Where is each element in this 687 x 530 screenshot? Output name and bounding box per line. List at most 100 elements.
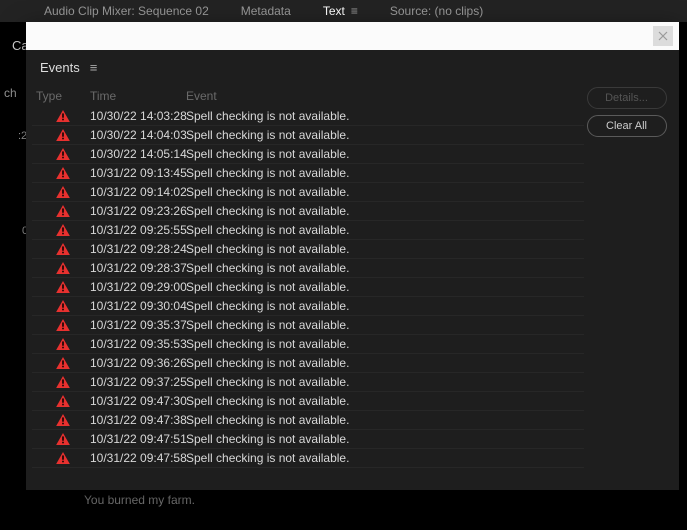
table-row[interactable]: 10/31/22 09:37:25Spell checking is not a…: [32, 373, 584, 392]
warning-icon: [32, 205, 90, 217]
panel-menu-icon[interactable]: ≡: [90, 60, 98, 75]
table-row[interactable]: 10/30/22 14:03:28Spell checking is not a…: [32, 107, 584, 126]
row-event: Spell checking is not available.: [186, 261, 584, 275]
row-event: Spell checking is not available.: [186, 280, 584, 294]
row-event: Spell checking is not available.: [186, 337, 584, 351]
dialog-titlebar: [26, 22, 679, 50]
table-header: Type Time Event: [32, 83, 584, 107]
header-time[interactable]: Time: [90, 89, 186, 103]
warning-icon: [32, 376, 90, 388]
warning-icon: [32, 186, 90, 198]
tab-text-label: Text: [323, 4, 345, 18]
events-title: Events: [40, 60, 80, 75]
warning-icon: [32, 167, 90, 179]
row-time: 10/31/22 09:35:53: [90, 337, 186, 351]
table-row[interactable]: 10/31/22 09:28:24Spell checking is not a…: [32, 240, 584, 259]
warning-icon: [32, 224, 90, 236]
row-event: Spell checking is not available.: [186, 432, 584, 446]
background-tabs: Audio Clip Mixer: Sequence 02 Metadata T…: [0, 0, 687, 22]
warning-icon: [32, 148, 90, 160]
table-row[interactable]: 10/30/22 14:04:03Spell checking is not a…: [32, 126, 584, 145]
row-time: 10/31/22 09:13:45: [90, 166, 186, 180]
table-row[interactable]: 10/31/22 09:25:55Spell checking is not a…: [32, 221, 584, 240]
row-time: 10/31/22 09:35:37: [90, 318, 186, 332]
dialog-buttons: Details... Clear All: [584, 83, 679, 490]
row-time: 10/31/22 09:28:24: [90, 242, 186, 256]
warning-icon: [32, 129, 90, 141]
row-event: Spell checking is not available.: [186, 451, 584, 465]
table-row[interactable]: 10/30/22 14:05:14Spell checking is not a…: [32, 145, 584, 164]
events-dialog: Events ≡ Type Time Event 10/30/22 14:03:…: [26, 22, 679, 490]
row-event: Spell checking is not available.: [186, 394, 584, 408]
row-time: 10/31/22 09:47:38: [90, 413, 186, 427]
row-event: Spell checking is not available.: [186, 147, 584, 161]
events-table: Type Time Event 10/30/22 14:03:28Spell c…: [26, 83, 584, 490]
row-time: 10/31/22 09:23:26: [90, 204, 186, 218]
warning-icon: [32, 395, 90, 407]
row-event: Spell checking is not available.: [186, 318, 584, 332]
row-event: Spell checking is not available.: [186, 109, 584, 123]
events-rows: 10/30/22 14:03:28Spell checking is not a…: [32, 107, 584, 490]
row-event: Spell checking is not available.: [186, 223, 584, 237]
row-event: Spell checking is not available.: [186, 356, 584, 370]
row-event: Spell checking is not available.: [186, 413, 584, 427]
row-time: 10/31/22 09:25:55: [90, 223, 186, 237]
clear-all-button[interactable]: Clear All: [587, 115, 667, 137]
row-time: 10/31/22 09:47:51: [90, 432, 186, 446]
table-row[interactable]: 10/31/22 09:35:53Spell checking is not a…: [32, 335, 584, 354]
tab-text[interactable]: Text ≡: [323, 4, 358, 18]
row-event: Spell checking is not available.: [186, 166, 584, 180]
row-time: 10/31/22 09:30:04: [90, 299, 186, 313]
warning-icon: [32, 281, 90, 293]
row-time: 10/31/22 09:47:58: [90, 451, 186, 465]
warning-icon: [32, 452, 90, 464]
tab-audio-mixer[interactable]: Audio Clip Mixer: Sequence 02: [44, 4, 209, 18]
warning-icon: [32, 243, 90, 255]
warning-icon: [32, 357, 90, 369]
table-row[interactable]: 10/31/22 09:14:02Spell checking is not a…: [32, 183, 584, 202]
table-row[interactable]: 10/31/22 09:29:00Spell checking is not a…: [32, 278, 584, 297]
row-time: 10/30/22 14:04:03: [90, 128, 186, 142]
table-row[interactable]: 10/31/22 09:47:38Spell checking is not a…: [32, 411, 584, 430]
table-row[interactable]: 10/31/22 09:30:04Spell checking is not a…: [32, 297, 584, 316]
row-time: 10/31/22 09:37:25: [90, 375, 186, 389]
row-event: Spell checking is not available.: [186, 204, 584, 218]
row-time: 10/30/22 14:03:28: [90, 109, 186, 123]
table-row[interactable]: 10/31/22 09:47:51Spell checking is not a…: [32, 430, 584, 449]
row-event: Spell checking is not available.: [186, 299, 584, 313]
row-event: Spell checking is not available.: [186, 185, 584, 199]
row-time: 10/31/22 09:14:02: [90, 185, 186, 199]
tab-source[interactable]: Source: (no clips): [390, 4, 483, 18]
close-icon: [658, 31, 668, 41]
bg-caption-text: You burned my farm.: [84, 493, 195, 507]
warning-icon: [32, 262, 90, 274]
row-time: 10/31/22 09:47:30: [90, 394, 186, 408]
tab-metadata[interactable]: Metadata: [241, 4, 291, 18]
row-time: 10/31/22 09:36:26: [90, 356, 186, 370]
table-row[interactable]: 10/31/22 09:47:30Spell checking is not a…: [32, 392, 584, 411]
table-row[interactable]: 10/31/22 09:36:26Spell checking is not a…: [32, 354, 584, 373]
warning-icon: [32, 110, 90, 122]
close-button[interactable]: [653, 26, 673, 46]
row-event: Spell checking is not available.: [186, 128, 584, 142]
table-row[interactable]: 10/31/22 09:35:37Spell checking is not a…: [32, 316, 584, 335]
row-time: 10/30/22 14:05:14: [90, 147, 186, 161]
warning-icon: [32, 300, 90, 312]
warning-icon: [32, 433, 90, 445]
row-event: Spell checking is not available.: [186, 375, 584, 389]
warning-icon: [32, 338, 90, 350]
panel-menu-icon[interactable]: ≡: [351, 4, 358, 18]
row-time: 10/31/22 09:28:37: [90, 261, 186, 275]
warning-icon: [32, 319, 90, 331]
table-row[interactable]: 10/31/22 09:28:37Spell checking is not a…: [32, 259, 584, 278]
events-panel-header: Events ≡: [26, 50, 679, 83]
bg-search-fragment: ch: [4, 86, 17, 100]
header-event[interactable]: Event: [186, 89, 584, 103]
details-button: Details...: [587, 87, 667, 109]
table-row[interactable]: 10/31/22 09:13:45Spell checking is not a…: [32, 164, 584, 183]
warning-icon: [32, 414, 90, 426]
row-event: Spell checking is not available.: [186, 242, 584, 256]
table-row[interactable]: 10/31/22 09:23:26Spell checking is not a…: [32, 202, 584, 221]
table-row[interactable]: 10/31/22 09:47:58Spell checking is not a…: [32, 449, 584, 468]
header-type[interactable]: Type: [32, 89, 90, 103]
